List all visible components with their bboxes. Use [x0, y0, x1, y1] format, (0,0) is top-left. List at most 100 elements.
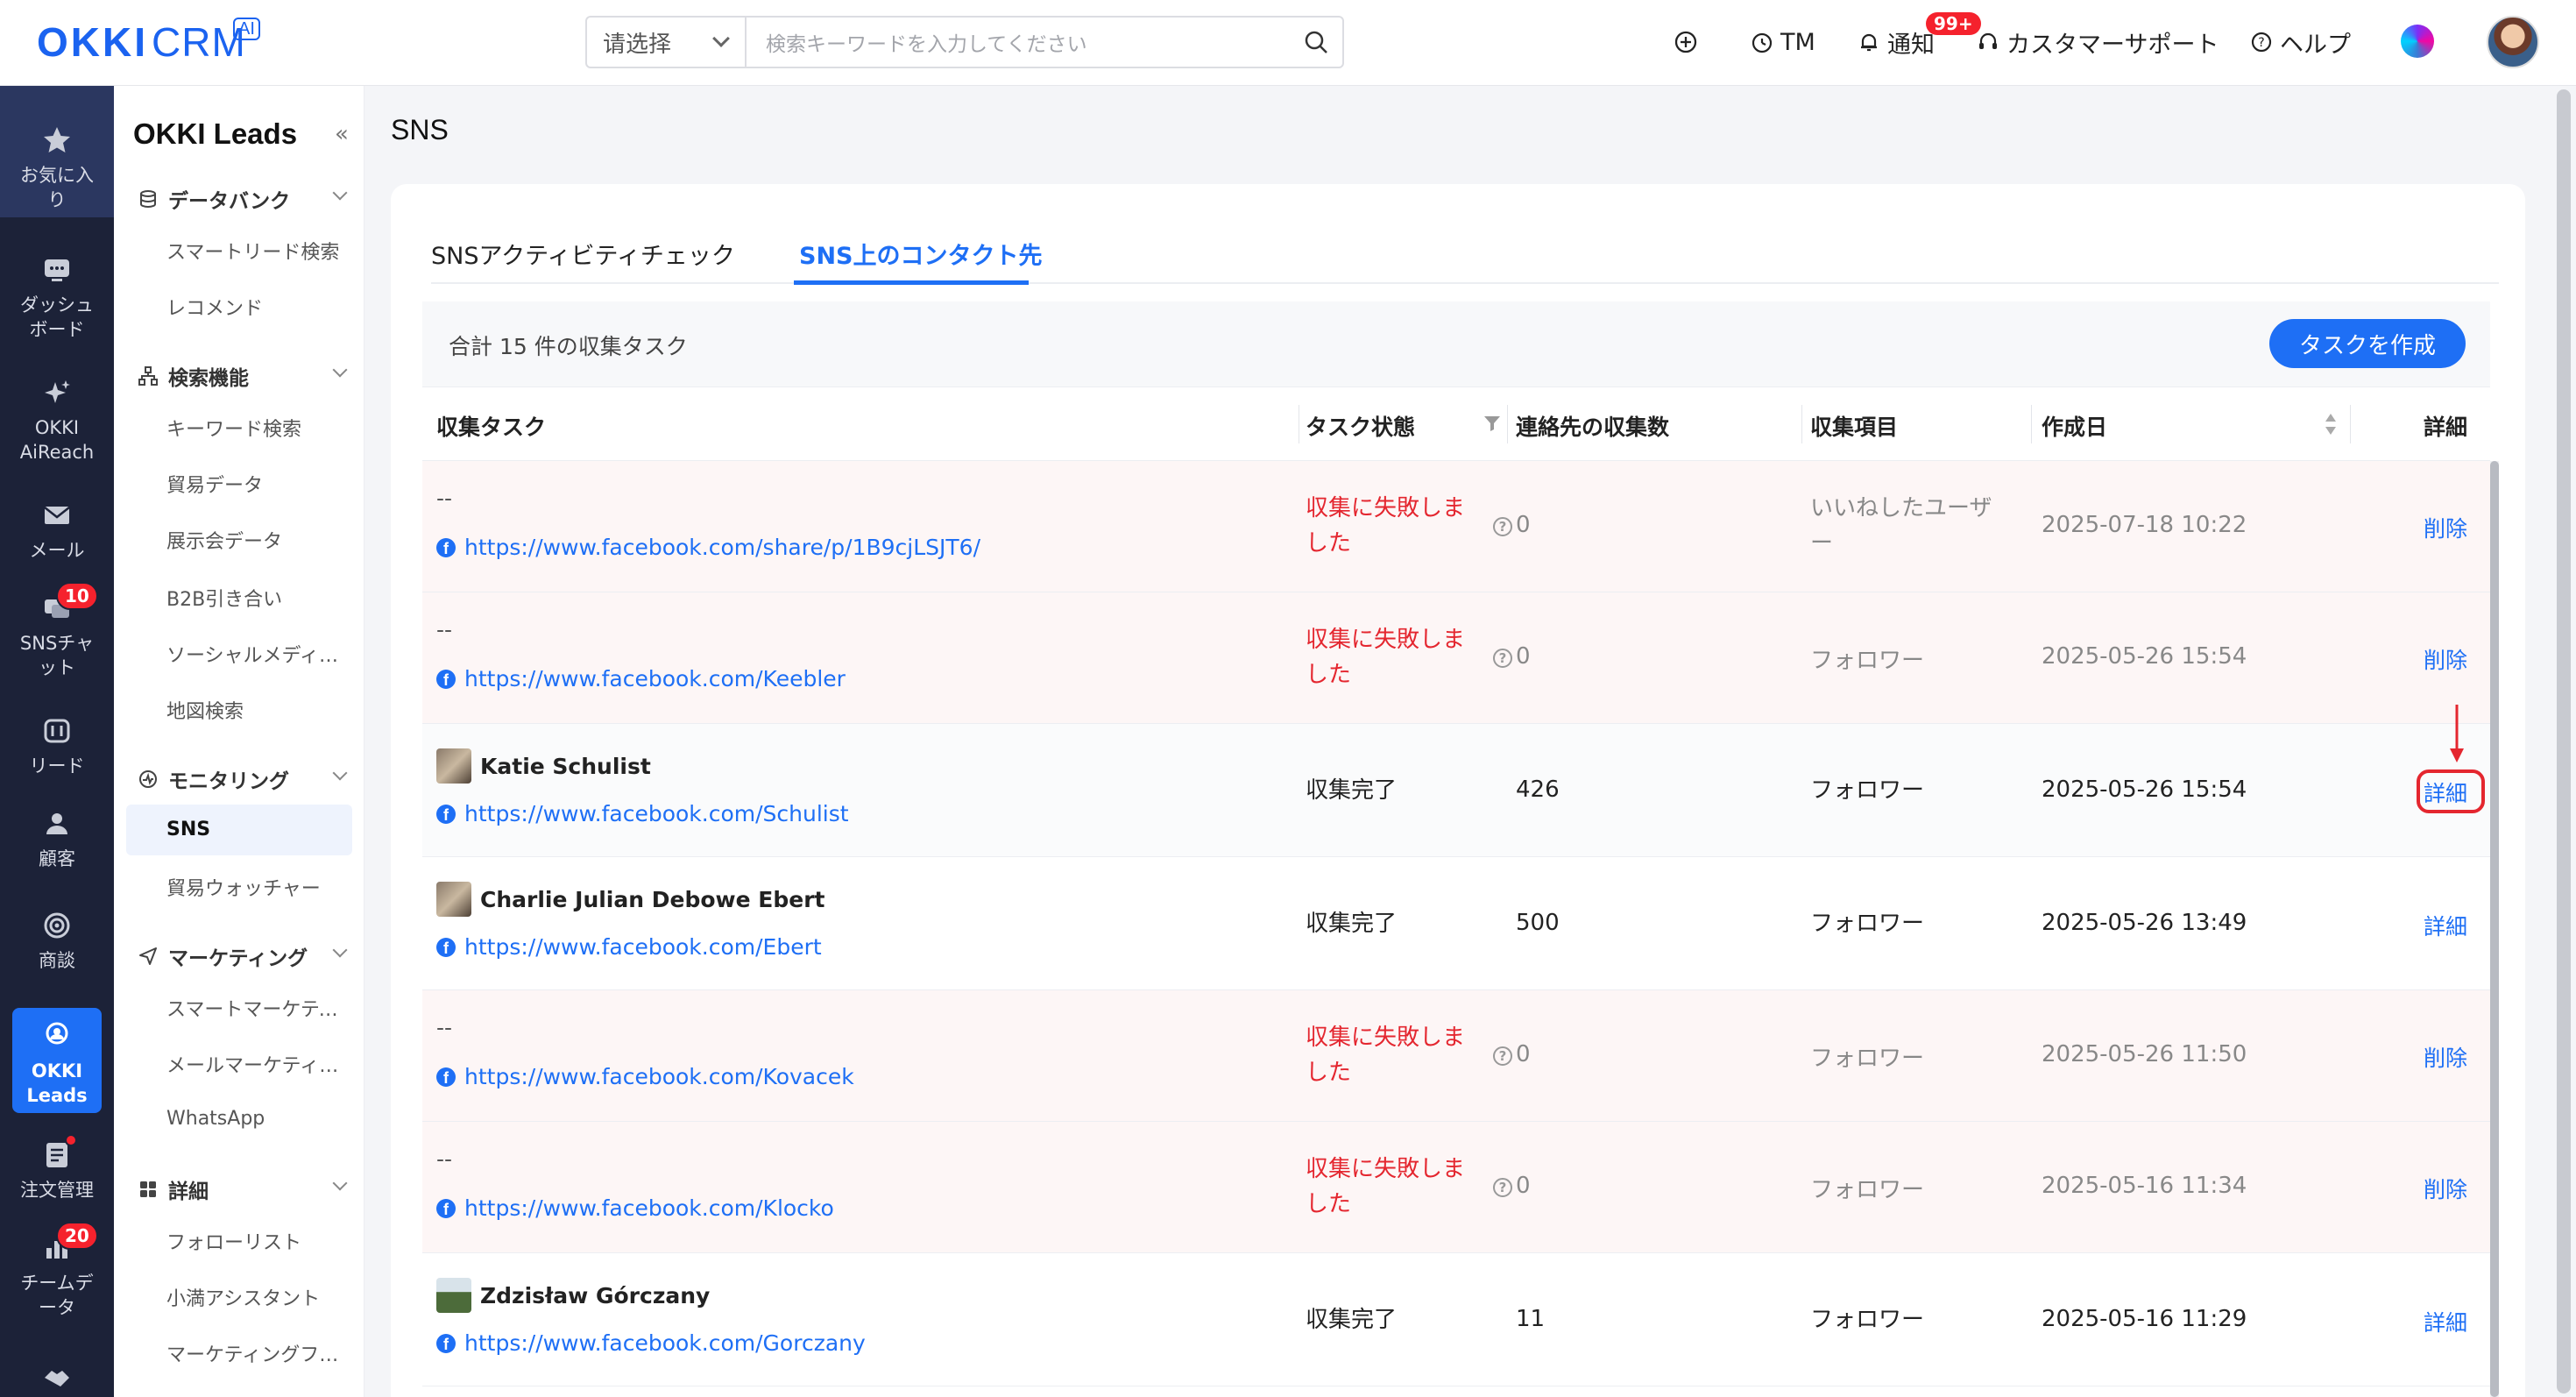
task-url-link[interactable]: f https://www.facebook.com/Ebert	[436, 934, 822, 960]
table-row: -- f https://www.facebook.com/share/p/1B9…	[422, 461, 2490, 592]
task-url: https://www.facebook.com/Klocko	[464, 1195, 834, 1221]
sidebar-item-smart-lead-search[interactable]: スマートリード検索	[166, 237, 350, 265]
tab-bar: SNSアクティビティチェック SNS上のコンタクト先	[431, 226, 2499, 285]
nav-item-favorites[interactable]: お気に入り	[0, 86, 114, 217]
sidebar-section-databank[interactable]: データバンク	[137, 184, 348, 214]
bell-icon	[1861, 33, 1877, 52]
delete-button[interactable]: 削除	[2424, 1173, 2467, 1204]
delete-button[interactable]: 削除	[2424, 643, 2467, 675]
task-url: https://www.facebook.com/share/p/1B9cjLS…	[464, 535, 980, 560]
nav-item-deals[interactable]: 商談	[0, 908, 114, 973]
chevron-down-icon	[332, 765, 348, 781]
sidebar-item-exhibition-data[interactable]: 展示会データ	[166, 526, 350, 554]
task-url-link[interactable]: f https://www.facebook.com/Keebler	[436, 666, 846, 691]
help-icon[interactable]: ?	[1493, 517, 1512, 536]
collect-item: いいねしたユーザー	[1810, 495, 1992, 557]
collect-item: フォロワー	[1810, 777, 1925, 804]
sort-icon[interactable]	[2324, 412, 2338, 440]
sidebar-item-marketing-form[interactable]: マーケティングフォーム	[166, 1339, 350, 1367]
sidebar-section-details[interactable]: 詳細	[137, 1174, 348, 1204]
task-status: 収集に失敗しました	[1306, 627, 1466, 688]
sidebar-item-social-media-search[interactable]: ソーシャルメディア検索	[166, 640, 350, 668]
logo-ai-badge: AI	[233, 18, 260, 40]
total-count: 合計 15 件の収集タスク	[449, 334, 688, 359]
sidebar-section-search[interactable]: 検索機能	[137, 361, 348, 391]
sidebar-item-keyword-search[interactable]: キーワード検索	[166, 414, 350, 442]
page-scrollbar-thumb[interactable]	[2557, 89, 2571, 1393]
nav-item-okki-leads[interactable]: OKKI Leads	[12, 1008, 102, 1113]
task-url-link[interactable]: f https://www.facebook.com/share/p/1B9cjL…	[436, 535, 980, 560]
sidebar-section-marketing[interactable]: マーケティング	[137, 941, 348, 971]
nav-item-team-data[interactable]: チームデータ	[0, 1230, 114, 1320]
table-row: -- f https://www.facebook.com/Kovacek 収集に…	[422, 990, 2490, 1122]
collect-item: フォロワー	[1810, 1046, 1925, 1072]
nav-item-orders[interactable]: 注文管理	[0, 1138, 114, 1202]
delete-button[interactable]: 削除	[2424, 1041, 2467, 1073]
task-name: Zdzisław Górczany	[436, 1278, 710, 1313]
contact-count: 0	[1516, 1041, 1531, 1067]
nav-item-leads[interactable]: リード	[0, 713, 114, 778]
sidebar-item-sns[interactable]: SNS	[126, 805, 352, 855]
sidebar-item-email-marketing[interactable]: メールマーケティング	[166, 1050, 350, 1078]
nav-item-handshake[interactable]	[0, 1360, 114, 1397]
sidebar-item-whatsapp[interactable]: WhatsApp	[166, 1108, 350, 1130]
user-avatar[interactable]	[2487, 16, 2539, 68]
task-url-link[interactable]: f https://www.facebook.com/Kovacek	[436, 1064, 854, 1089]
details-button[interactable]: 詳細	[2424, 910, 2467, 941]
add-icon[interactable]	[1674, 25, 1705, 60]
sparkle-icon	[39, 375, 74, 410]
sidebar-item-trade-watcher[interactable]: 貿易ウォッチャー	[166, 873, 350, 901]
okki-crm-logo[interactable]: OKKI CRM AI	[37, 18, 260, 67]
help-icon[interactable]: ?	[1493, 1178, 1512, 1197]
page-scrollbar[interactable]	[2551, 86, 2576, 1397]
nav-label: 注文管理	[20, 1180, 94, 1201]
delete-button[interactable]: 削除	[2424, 512, 2467, 543]
create-task-button[interactable]: タスクを作成	[2269, 319, 2466, 368]
customer-support-button[interactable]: カスタマーサポート	[1977, 25, 2219, 60]
grid-icon	[137, 1178, 159, 1201]
search-scope-select[interactable]: 请选择	[587, 18, 747, 67]
ai-assistant-icon[interactable]	[2401, 25, 2434, 58]
nav-item-aireach[interactable]: OKKI AiReach	[0, 375, 114, 464]
task-url: https://www.facebook.com/Keebler	[464, 666, 846, 691]
table-toolbar: 合計 15 件の収集タスク タスクを作成	[422, 301, 2490, 387]
global-search: 请选择 検索キーワードを入力してください	[585, 16, 1344, 68]
column-divider	[2350, 405, 2351, 443]
notification-button[interactable]: 通知	[1858, 25, 1935, 60]
task-url-link[interactable]: f https://www.facebook.com/Schulist	[436, 801, 849, 826]
sidebar-item-map-search[interactable]: 地図検索	[166, 696, 350, 724]
table-scrollbar[interactable]	[2490, 461, 2499, 1397]
task-url-link[interactable]: f https://www.facebook.com/Gorczany	[436, 1330, 866, 1356]
help-icon[interactable]: ?	[1493, 1046, 1512, 1066]
sidebar-section-label: 詳細	[168, 1181, 209, 1203]
search-icon[interactable]	[1290, 18, 1342, 67]
sidebar-item-assistant[interactable]: 小満アシスタント	[166, 1283, 350, 1311]
tab-sns-activity-check[interactable]: SNSアクティビティチェック	[431, 237, 735, 271]
sidebar-item-b2b-inquiry[interactable]: B2B引き合い	[166, 584, 350, 612]
tab-sns-contacts[interactable]: SNS上のコンタクト先	[799, 237, 1043, 271]
team-data-badge: 20	[56, 1222, 98, 1250]
filter-icon[interactable]	[1483, 414, 1502, 436]
task-url-link[interactable]: f https://www.facebook.com/Klocko	[436, 1195, 834, 1221]
nav-item-dashboard[interactable]: ダッシュボード	[0, 252, 114, 342]
collapse-sidebar-icon[interactable]: «	[335, 121, 349, 147]
sidebar-item-recommend[interactable]: レコメンド	[166, 293, 350, 321]
sidebar-section-monitoring[interactable]: モニタリング	[137, 764, 348, 794]
okki-leads-sidebar: OKKI Leads « データバンク スマートリード検索 レコメンド 検索機能…	[114, 86, 364, 1397]
chevron-down-icon	[332, 185, 348, 201]
nav-item-customers[interactable]: 顧客	[0, 806, 114, 871]
sidebar-item-follow-list[interactable]: フォローリスト	[166, 1227, 350, 1255]
search-input[interactable]: 検索キーワードを入力してください	[747, 27, 1290, 57]
help-button[interactable]: ? ヘルプ	[2250, 25, 2351, 60]
nav-label: 商談	[39, 950, 75, 971]
sns-card: SNSアクティビティチェック SNS上のコンタクト先 合計 15 件の収集タスク…	[391, 184, 2525, 1397]
sidebar-item-trade-data[interactable]: 貿易データ	[166, 470, 350, 498]
details-button[interactable]: 詳細	[2424, 1306, 2467, 1337]
nav-item-mail[interactable]: メール	[0, 498, 114, 563]
sidebar-item-smart-marketing[interactable]: スマートマーケティング	[166, 994, 350, 1022]
column-header-task: 収集タスク	[436, 415, 547, 440]
help-icon[interactable]: ?	[1493, 649, 1512, 668]
tm-button[interactable]: TM	[1751, 25, 1815, 60]
scrollbar-thumb[interactable]	[2490, 461, 2499, 1397]
nav-item-sns-chat[interactable]: SNSチャット	[0, 591, 114, 680]
